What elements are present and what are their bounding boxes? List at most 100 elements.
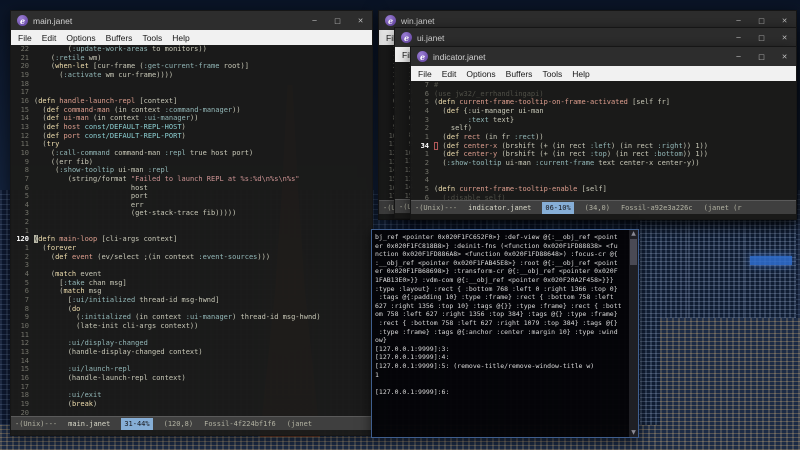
code-line[interactable]: 34 (def center-x (brshift (+ (in rect :l… bbox=[411, 141, 796, 151]
code-line[interactable]: 10 (:call-command command-man :repl true… bbox=[11, 149, 372, 158]
close-button[interactable]: ✕ bbox=[349, 11, 372, 30]
menu-item-buffers[interactable]: Buffers bbox=[501, 69, 538, 79]
code-line[interactable]: 4 (match event bbox=[11, 270, 372, 279]
code-line[interactable]: 14 (def ui-man (in context :ui-manager)) bbox=[11, 114, 372, 123]
code-line[interactable]: 16 (defn handle-launch-repl [context] bbox=[11, 97, 372, 106]
maximize-button[interactable]: □ bbox=[750, 47, 773, 66]
modeline-vcs: Fossil-4f224bf1f6 bbox=[204, 419, 276, 428]
code-line[interactable]: 13 (def host const/DEFAULT-REPL-HOST) bbox=[11, 123, 372, 132]
line-number: 16 bbox=[20, 96, 29, 105]
minimize-button[interactable]: ─ bbox=[303, 11, 326, 30]
code-line[interactable]: 12 (def port const/DEFAULT-REPL-PORT) bbox=[11, 132, 372, 141]
code-text: :ui/launch-repl bbox=[67, 365, 131, 374]
title-bar[interactable]: e main.janet ─ □ ✕ bbox=[11, 11, 372, 30]
code-line[interactable]: 1 (forever bbox=[11, 244, 372, 253]
code-line[interactable]: 2 (def event (ev/select ;(in context :ev… bbox=[11, 253, 372, 262]
code-line[interactable]: 19 (break) bbox=[11, 400, 372, 409]
code-line[interactable]: 9 (:initialized (in context :ui-manager)… bbox=[11, 313, 372, 322]
code-line[interactable]: 6 host bbox=[11, 184, 372, 193]
code-line[interactable]: 4 (def {:ui-manager ui-man bbox=[411, 107, 796, 116]
code-line[interactable]: 3 :text text} bbox=[411, 116, 796, 125]
code-line[interactable]: 5 (defn current-frame-tooltip-on-frame-ac… bbox=[411, 98, 796, 107]
minimize-button[interactable]: ─ bbox=[727, 28, 750, 47]
menu-item-help[interactable]: Help bbox=[167, 33, 194, 43]
scroll-up-arrow[interactable]: ▲ bbox=[631, 230, 636, 238]
code-text: (when-let [cur-frame (:get-current-frame… bbox=[34, 62, 249, 71]
code-line[interactable]: 9 ((err fib) bbox=[11, 158, 372, 167]
scroll-down-arrow[interactable]: ▼ bbox=[631, 429, 636, 437]
menu-bar: FileEditOptionsBuffersToolsHelp bbox=[411, 66, 796, 81]
code-line[interactable]: 3 bbox=[11, 261, 372, 270]
code-line[interactable]: 1 bbox=[11, 227, 372, 236]
code-line[interactable]: 17 bbox=[11, 383, 372, 392]
code-line[interactable]: 20 (when-let [cur-frame (:get-current-fr… bbox=[11, 62, 372, 71]
code-line[interactable]: 13 (handle-display-changed context) bbox=[11, 348, 372, 357]
line-number: 4 bbox=[24, 270, 29, 279]
close-button[interactable]: ✕ bbox=[773, 28, 796, 47]
code-line[interactable]: 2 (:show-tooltip ui-man :current-frame t… bbox=[411, 159, 796, 168]
title-bar[interactable]: e indicator.janet ─ □ ✕ bbox=[411, 47, 796, 66]
code-line[interactable]: 21 (:retile wm) bbox=[11, 54, 372, 63]
modeline-buffer-name: main.janet bbox=[68, 419, 111, 428]
code-text: host bbox=[34, 183, 148, 192]
maximize-button[interactable]: □ bbox=[326, 11, 349, 30]
code-line[interactable]: 7 # bbox=[411, 81, 796, 90]
code-line[interactable]: 17 bbox=[11, 88, 372, 97]
menu-item-file[interactable]: File bbox=[413, 69, 437, 79]
close-button[interactable]: ✕ bbox=[773, 47, 796, 66]
code-line[interactable]: 4 err bbox=[11, 201, 372, 210]
code-line[interactable]: 18 :ui/exit bbox=[11, 391, 372, 400]
menu-item-tools[interactable]: Tools bbox=[537, 69, 567, 79]
code-line[interactable]: 5 (defn current-frame-tooltip-enable [sel… bbox=[411, 185, 796, 194]
menu-item-edit[interactable]: Edit bbox=[37, 33, 62, 43]
minimize-button[interactable]: ─ bbox=[727, 47, 750, 66]
code-line[interactable]: 6 (use jw32/_errhandlingapi) bbox=[411, 90, 796, 99]
code-line[interactable]: 10 (late-init cli-args context)) bbox=[11, 322, 372, 331]
code-line[interactable]: 1 (def rect (in fr :rect)) bbox=[411, 133, 796, 142]
repl-terminal-window[interactable]: bj_ref <pointer 0x020F1FC652F0>} :def-vi… bbox=[371, 229, 639, 438]
code-line[interactable]: 8 (:show-tooltip ui-man :repl bbox=[11, 166, 372, 175]
code-line[interactable]: 16 (handle-launch-repl context) bbox=[11, 374, 372, 383]
code-line[interactable]: 5 [:take chan msg] bbox=[11, 279, 372, 288]
menu-item-options[interactable]: Options bbox=[461, 69, 500, 79]
code-line[interactable]: 2 self) bbox=[411, 124, 796, 133]
menu-item-tools[interactable]: Tools bbox=[137, 33, 167, 43]
code-line[interactable]: 7 [:ui/initialized thread-id msg-hwnd] bbox=[11, 296, 372, 305]
menu-item-help[interactable]: Help bbox=[567, 69, 594, 79]
code-line[interactable]: 20 bbox=[11, 409, 372, 416]
code-line[interactable]: 2 bbox=[11, 218, 372, 227]
code-line[interactable]: 15 :ui/launch-repl bbox=[11, 365, 372, 374]
code-line[interactable]: 1 (def center-y (brshift (+ (in rect :to… bbox=[411, 150, 796, 159]
emacs-icon: e bbox=[17, 15, 28, 26]
code-area[interactable]: 7 # 6 (use jw32/_errhandlingapi) 5 (defn cur… bbox=[411, 81, 796, 200]
code-line[interactable]: 5 port bbox=[11, 192, 372, 201]
code-line[interactable]: 22 (:update-work-areas to monitors)) bbox=[11, 45, 372, 54]
menu-item-edit[interactable]: Edit bbox=[437, 69, 462, 79]
code-line[interactable]: 12 :ui/display-changed bbox=[11, 339, 372, 348]
code-line[interactable]: 19 (:activate wm cur-frame)))) bbox=[11, 71, 372, 80]
menu-item-file[interactable]: File bbox=[13, 33, 37, 43]
menu-item-buffers[interactable]: Buffers bbox=[101, 33, 138, 43]
code-line[interactable]: 15 (def command-man (in context :command… bbox=[11, 106, 372, 115]
code-line[interactable]: 11 (try bbox=[11, 140, 372, 149]
code-line[interactable]: 7 (string/format "Failed to launch REPL … bbox=[11, 175, 372, 184]
terminal-scrollbar[interactable]: ▲ ▼ bbox=[629, 230, 638, 437]
code-line[interactable]: 11 bbox=[11, 331, 372, 340]
code-line[interactable]: 14 bbox=[11, 357, 372, 366]
maximize-button[interactable]: □ bbox=[750, 28, 773, 47]
code-line[interactable]: 8 (do bbox=[11, 305, 372, 314]
line-number: 18 bbox=[20, 391, 29, 400]
menu-item-options[interactable]: Options bbox=[61, 33, 100, 43]
code-line[interactable]: 120 (defn main-loop [cli-args context] bbox=[11, 235, 372, 244]
line-number: 1 bbox=[24, 226, 29, 235]
code-line[interactable]: 3 (get-stack-trace fib))))) bbox=[11, 209, 372, 218]
terminal-output[interactable]: bj_ref <pointer 0x020F1FC652F0>} :def-vi… bbox=[372, 230, 629, 437]
code-line[interactable]: 3 bbox=[411, 168, 796, 177]
line-number: 6 bbox=[24, 183, 29, 192]
code-area[interactable]: 22 (:update-work-areas to monitors)) 21 (… bbox=[11, 45, 372, 416]
code-line[interactable]: 4 bbox=[411, 176, 796, 185]
scrollbar-thumb[interactable] bbox=[630, 239, 637, 265]
code-line[interactable]: 18 bbox=[11, 80, 372, 89]
code-line[interactable]: 6 (match msg bbox=[11, 287, 372, 296]
title-bar[interactable]: e ui.janet ─ □ ✕ bbox=[395, 28, 796, 47]
